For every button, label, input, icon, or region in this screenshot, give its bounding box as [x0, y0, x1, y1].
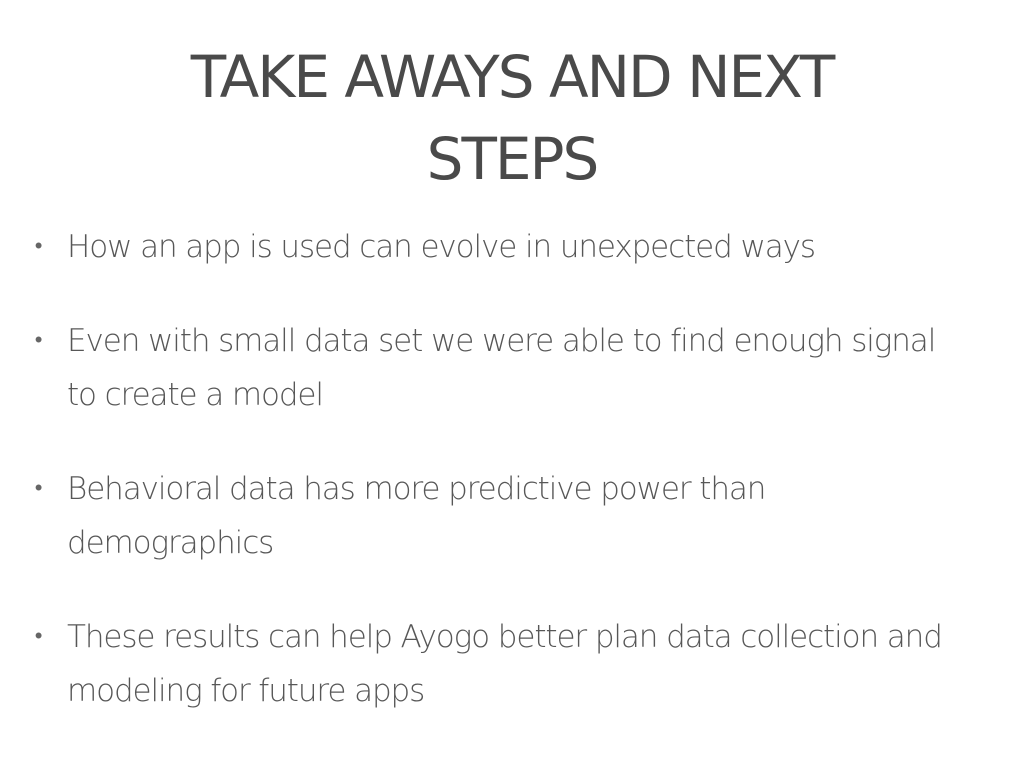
bullet-text: How an app is used can evolve in unexpec…	[67, 229, 816, 265]
slide: TAKE AWAYS AND NEXT STEPS • How an app i…	[0, 0, 1024, 768]
bullet-point-icon: •	[34, 234, 43, 259]
slide-title-line-2: STEPS	[426, 125, 600, 193]
slide-title: TAKE AWAYS AND NEXT STEPS	[60, 36, 964, 200]
bullet-point-icon: •	[34, 624, 43, 649]
bullet-item: • Even with small data set we were able …	[32, 314, 972, 422]
bullet-point-icon: •	[34, 328, 43, 353]
bullet-text: Behavioral data has more predictive powe…	[67, 471, 766, 561]
slide-title-line-1: TAKE AWAYS AND NEXT	[190, 43, 836, 111]
bullet-item: • Behavioral data has more predictive po…	[32, 462, 972, 570]
bullet-item: • These results can help Ayogo better pl…	[32, 610, 972, 718]
bullet-list: • How an app is used can evolve in unexp…	[32, 220, 972, 758]
bullet-text: These results can help Ayogo better plan…	[67, 619, 943, 709]
bullet-item: • How an app is used can evolve in unexp…	[32, 220, 972, 274]
bullet-text: Even with small data set we were able to…	[67, 323, 936, 413]
bullet-point-icon: •	[34, 476, 43, 501]
